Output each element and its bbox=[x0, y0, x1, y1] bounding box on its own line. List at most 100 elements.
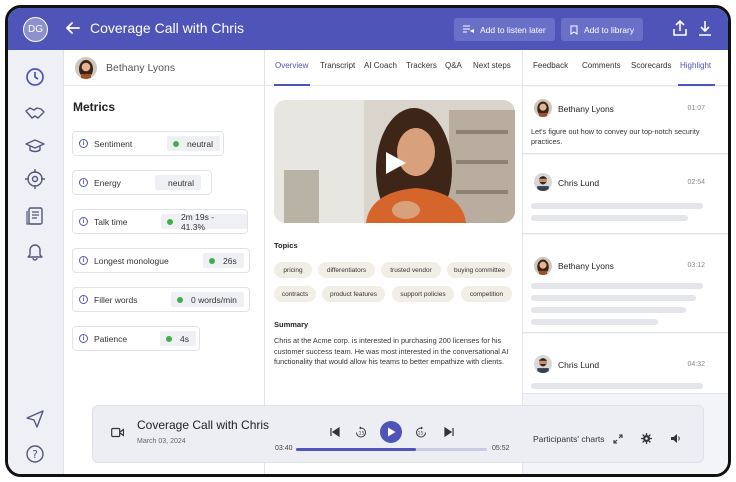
timestamp: 01:07 bbox=[687, 105, 705, 112]
timestamp: 04:32 bbox=[687, 361, 705, 368]
metric-value: 2m 19s - 41.3% bbox=[161, 212, 247, 232]
tab-highlight[interactable]: Highlight bbox=[680, 61, 711, 70]
topic-chip[interactable]: differentiators bbox=[318, 262, 375, 278]
text-placeholder bbox=[531, 215, 688, 221]
metric-value: 0 words/min bbox=[171, 292, 244, 307]
total-time: 05:52 bbox=[492, 445, 510, 452]
text-placeholder bbox=[531, 295, 696, 301]
metric-energy[interactable]: i Energy neutral bbox=[72, 170, 212, 195]
summary-text: Chris at the Acme corp. is interested in… bbox=[274, 336, 509, 366]
tab-trackers[interactable]: Trackers bbox=[406, 61, 437, 70]
info-icon[interactable]: i bbox=[79, 217, 88, 226]
video-player[interactable] bbox=[274, 100, 515, 223]
info-icon[interactable]: i bbox=[79, 178, 88, 187]
text-placeholder bbox=[531, 307, 686, 313]
bell-icon[interactable] bbox=[25, 241, 45, 261]
add-to-listen-later-button[interactable]: Add to listen later bbox=[454, 18, 555, 41]
metric-label: Energy bbox=[94, 177, 121, 188]
expand-icon[interactable] bbox=[613, 434, 623, 444]
topic-chip[interactable]: trusted vendor bbox=[381, 262, 441, 278]
topic-chip[interactable]: product features bbox=[322, 286, 385, 302]
skip-forward-icon[interactable] bbox=[443, 426, 455, 438]
handshake-icon[interactable] bbox=[25, 103, 45, 123]
metric-sentiment[interactable]: i Sentiment neutral bbox=[72, 131, 224, 156]
speaker-name: Bethany Lyons bbox=[558, 261, 614, 271]
notes-icon[interactable] bbox=[25, 206, 45, 226]
highlight-entry[interactable]: Bethany Lyons 03:12 bbox=[523, 235, 728, 333]
video-camera-icon bbox=[111, 427, 124, 438]
clock-icon[interactable] bbox=[25, 67, 45, 87]
player-title: Coverage Call with Chris bbox=[137, 418, 270, 432]
metric-longest-monologue[interactable]: i Longest monologue 26s bbox=[72, 248, 250, 273]
right-tabs: Feedback Comments Scorecards Highlight bbox=[523, 50, 728, 86]
progress-track[interactable] bbox=[296, 448, 487, 451]
topic-chip[interactable]: buying committee bbox=[447, 262, 512, 278]
speaker-avatar bbox=[534, 257, 552, 275]
svg-text:?: ? bbox=[32, 448, 38, 461]
participant-header: Bethany Lyons bbox=[64, 50, 264, 86]
download-icon[interactable] bbox=[696, 19, 714, 37]
user-avatar[interactable]: DG bbox=[23, 17, 48, 42]
side-nav: ? bbox=[8, 50, 64, 474]
play-icon bbox=[387, 427, 395, 437]
metric-label: Sentiment bbox=[94, 138, 133, 149]
play-overlay-icon[interactable] bbox=[382, 150, 408, 176]
play-button[interactable] bbox=[380, 421, 402, 443]
tab-scorecards[interactable]: Scorecards bbox=[631, 61, 671, 70]
metric-patience[interactable]: i Patience 4s bbox=[72, 326, 200, 351]
info-icon[interactable]: i bbox=[79, 256, 88, 265]
tab-overview[interactable]: Overview bbox=[275, 61, 308, 70]
forward-15-icon[interactable]: 15 bbox=[415, 426, 427, 438]
tab-comments[interactable]: Comments bbox=[582, 61, 621, 70]
tab-feedback[interactable]: Feedback bbox=[533, 61, 568, 70]
metric-label: Patience bbox=[94, 333, 128, 344]
participant-name: Bethany Lyons bbox=[106, 61, 176, 74]
listen-later-label: Add to listen later bbox=[480, 24, 546, 35]
share-icon[interactable] bbox=[671, 19, 689, 37]
tab-ai-coach[interactable]: AI Coach bbox=[364, 61, 397, 70]
metric-value: 26s bbox=[203, 253, 244, 268]
highlight-entry[interactable]: Bethany Lyons 01:07 Let's figure out how… bbox=[523, 87, 728, 154]
metrics-title: Metrics bbox=[73, 100, 116, 114]
metric-value: 4s bbox=[160, 331, 196, 346]
speaker-name: Chris Lund bbox=[558, 178, 600, 188]
topic-chip[interactable]: pricing bbox=[274, 262, 312, 278]
active-tab-indicator bbox=[678, 84, 715, 86]
info-icon[interactable]: i bbox=[79, 139, 88, 148]
metric-value: neutral bbox=[167, 136, 220, 151]
back-arrow-icon[interactable] bbox=[64, 19, 82, 37]
metric-label: Talk time bbox=[94, 216, 128, 227]
player-date: March 03, 2024 bbox=[137, 438, 186, 445]
help-icon[interactable]: ? bbox=[25, 444, 45, 464]
info-icon[interactable]: i bbox=[79, 334, 88, 343]
status-dot bbox=[167, 218, 173, 225]
topic-chip[interactable]: competition bbox=[461, 286, 512, 302]
tab-transcript[interactable]: Transcript bbox=[320, 61, 355, 70]
participants-charts-label[interactable]: Participants' charts bbox=[533, 434, 605, 444]
target-icon[interactable] bbox=[25, 169, 45, 189]
tab-qa[interactable]: Q&A bbox=[445, 61, 462, 70]
speaker-avatar bbox=[534, 99, 552, 117]
speaker-name: Chris Lund bbox=[558, 360, 600, 370]
graduation-cap-icon[interactable] bbox=[25, 136, 45, 156]
add-to-library-button[interactable]: Add to library bbox=[561, 18, 644, 41]
send-icon[interactable] bbox=[25, 409, 45, 429]
tab-next-steps[interactable]: Next steps bbox=[473, 61, 511, 70]
svg-text:15: 15 bbox=[359, 431, 365, 437]
rewind-15-icon[interactable]: 15 bbox=[355, 426, 367, 438]
metric-filler-words[interactable]: i Filler words 0 words/min bbox=[72, 287, 250, 312]
call-title: Coverage Call with Chris bbox=[90, 20, 245, 36]
topic-chip[interactable]: support policies bbox=[392, 286, 454, 302]
info-icon[interactable]: i bbox=[79, 295, 88, 304]
top-bar: DG Coverage Call with Chris Add to liste… bbox=[8, 8, 728, 50]
status-dot bbox=[177, 296, 183, 303]
metric-talk-time[interactable]: i Talk time 2m 19s - 41.3% bbox=[72, 209, 248, 234]
bookmark-icon bbox=[570, 25, 578, 35]
volume-icon[interactable] bbox=[670, 433, 682, 444]
settings-gear-icon[interactable] bbox=[641, 433, 652, 444]
elapsed-time: 03:40 bbox=[275, 445, 293, 452]
overview-tabs: Overview Transcript AI Coach Trackers Q&… bbox=[265, 50, 522, 86]
topic-chip[interactable]: contracts bbox=[274, 286, 316, 302]
skip-back-icon[interactable] bbox=[329, 426, 341, 438]
highlight-entry[interactable]: Chris Lund 02:54 bbox=[523, 155, 728, 234]
